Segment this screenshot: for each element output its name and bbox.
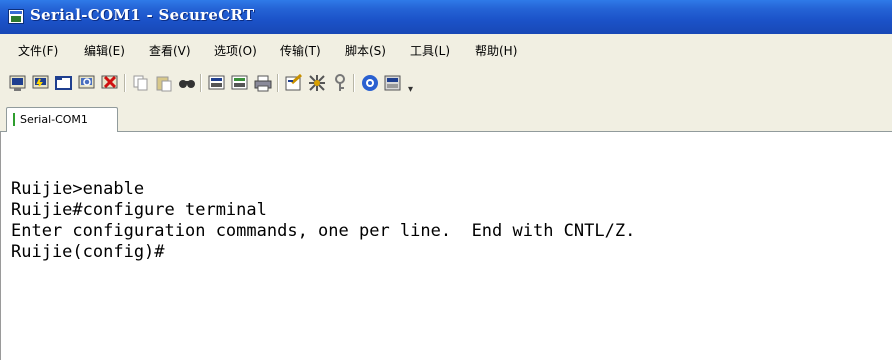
menu-help[interactable]: 帮助(H) (475, 42, 517, 59)
session-options-icon[interactable] (284, 73, 304, 93)
paste-icon[interactable] (154, 73, 174, 93)
menu-script[interactable]: 脚本(S) (345, 42, 386, 59)
print-selection-icon[interactable] (230, 73, 250, 93)
menu-tools[interactable]: 工具(L) (410, 42, 450, 59)
toolbar-overflow-icon[interactable]: ▾ (408, 84, 413, 95)
menu-view[interactable]: 查看(V) (149, 42, 191, 59)
window-title: Serial-COM1 - SecureCRT (30, 6, 255, 24)
title-bar[interactable]: Serial-COM1 - SecureCRT (0, 0, 892, 34)
menu-bar: 文件(F) 编辑(E) 查看(V) 选项(O) 传输(T) 脚本(S) 工具(L… (0, 34, 892, 64)
reconnect-icon[interactable] (77, 73, 97, 93)
menu-options[interactable]: 选项(O) (214, 42, 257, 59)
menu-transfer[interactable]: 传输(T) (280, 42, 321, 59)
securecrt-app-icon[interactable] (8, 9, 24, 24)
quick-connect-icon[interactable] (31, 73, 51, 93)
tab-label: Serial-COM1 (20, 113, 88, 126)
connect-in-tab-icon[interactable] (54, 73, 74, 93)
terminal-line: Enter configuration commands, one per li… (11, 221, 636, 241)
global-options-icon[interactable] (307, 73, 327, 93)
terminal-line: Ruijie#configure terminal (11, 200, 267, 220)
session-tab-strip: Serial-COM1 (0, 104, 892, 132)
print-screen-icon[interactable] (207, 73, 227, 93)
disconnect-icon[interactable] (100, 73, 120, 93)
sftp-icon[interactable] (383, 73, 403, 93)
terminal-line: Ruijie>enable (11, 179, 145, 199)
keymap-icon[interactable] (330, 73, 350, 93)
menu-edit[interactable]: 编辑(E) (84, 42, 125, 59)
terminal-area[interactable]: Ruijie>enable Ruijie#configure terminal … (0, 132, 892, 360)
print-icon[interactable] (253, 73, 273, 93)
menu-file[interactable]: 文件(F) (18, 42, 58, 59)
terminal-line: Ruijie(config)# (11, 242, 165, 262)
copy-icon[interactable] (131, 73, 151, 93)
tab-serial-com1[interactable]: Serial-COM1 (6, 107, 118, 132)
find-icon[interactable] (177, 73, 197, 93)
connection-status-indicator (13, 113, 15, 126)
connect-icon[interactable] (8, 73, 28, 93)
toolbar: ▾ (0, 64, 892, 104)
help-icon[interactable] (360, 73, 380, 93)
